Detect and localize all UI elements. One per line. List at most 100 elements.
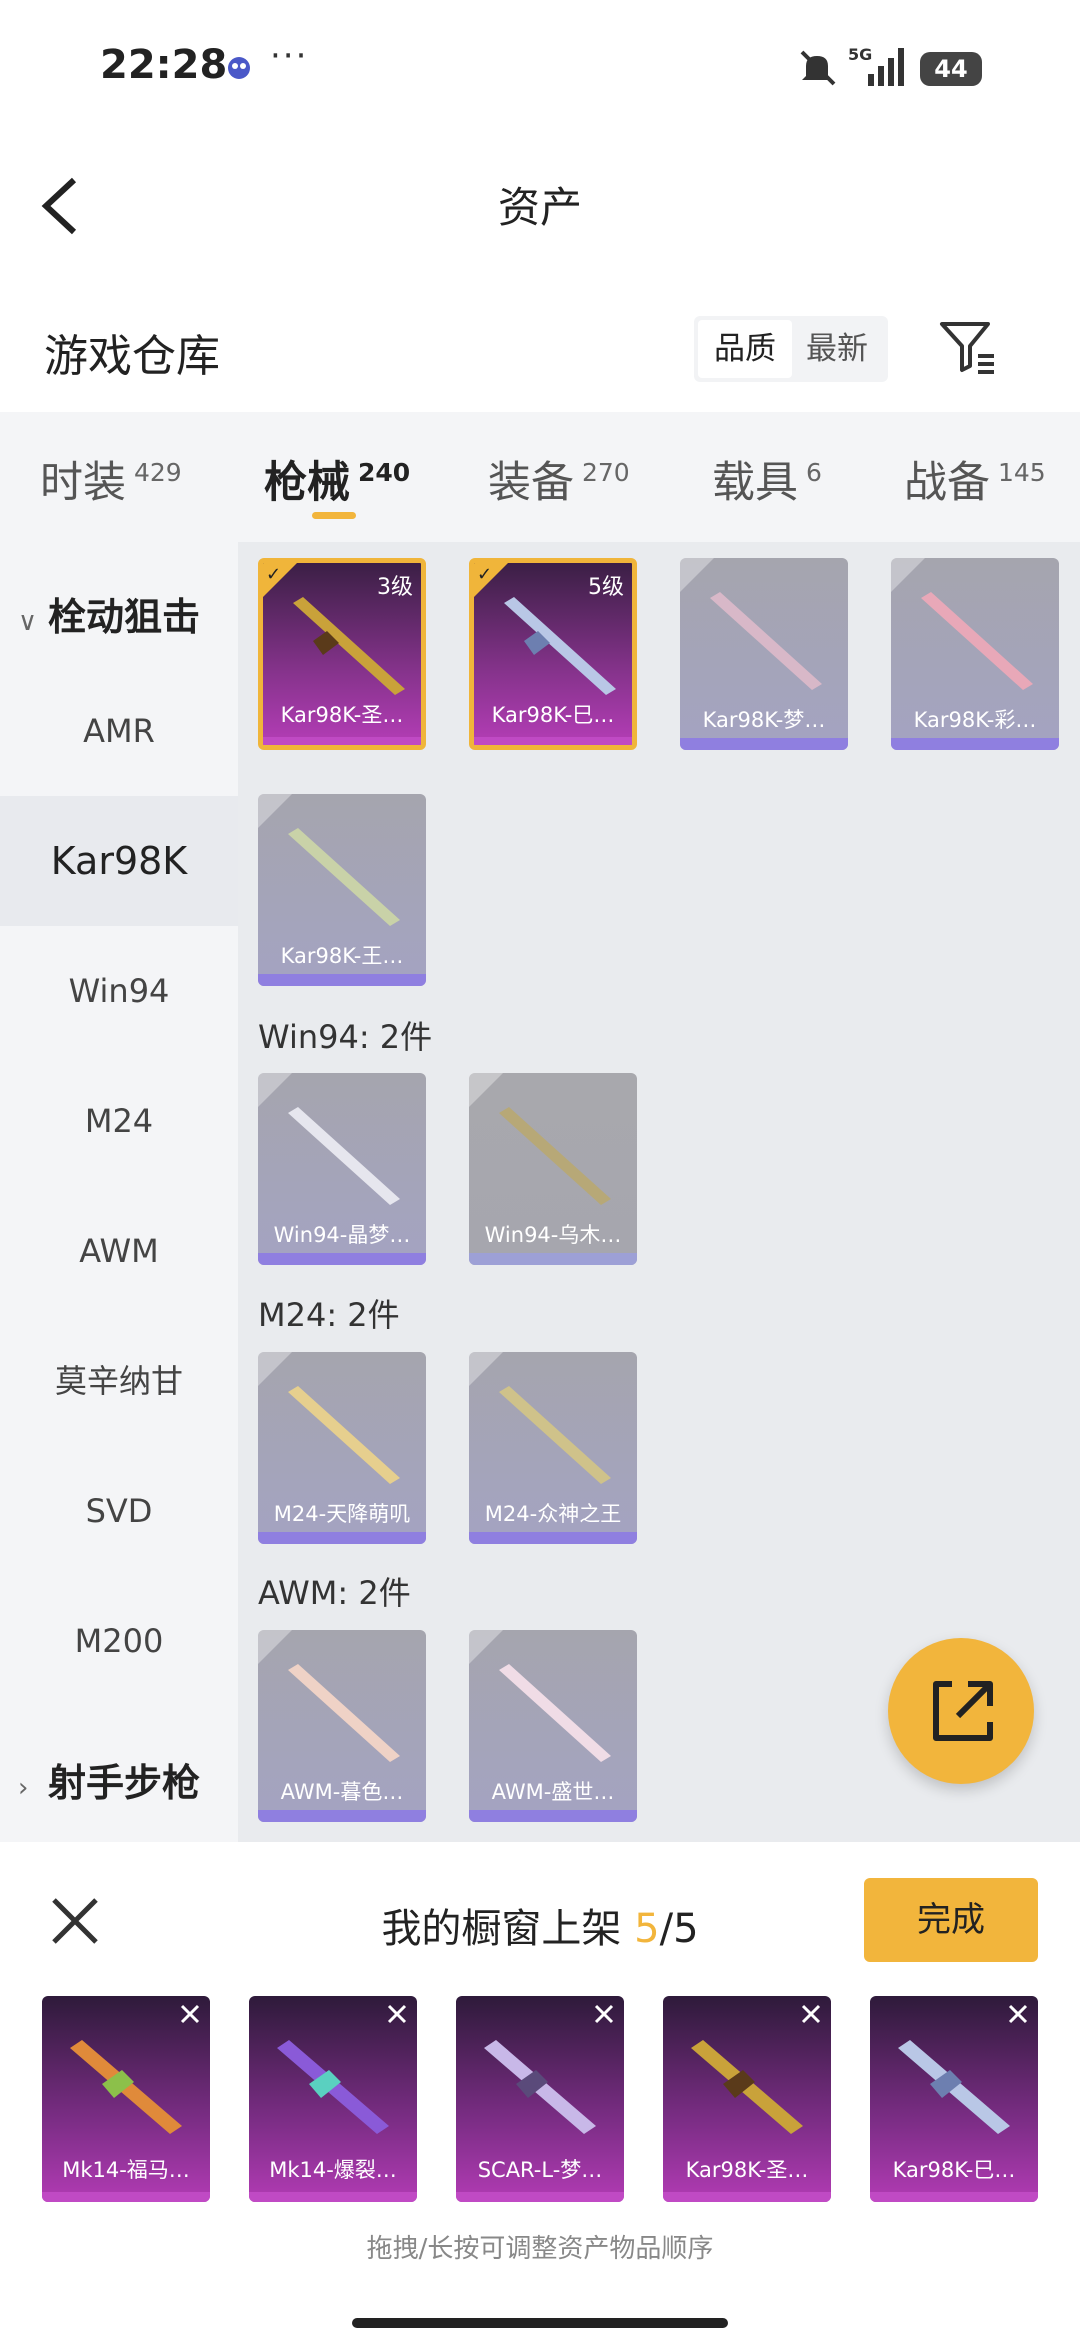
tab-count: 429 (134, 458, 182, 487)
rifle-icon (691, 2040, 803, 2134)
rifle-icon (288, 828, 400, 926)
rarity-bar (663, 2192, 831, 2202)
weapon-card[interactable]: Kar98K-彩… (891, 558, 1059, 750)
sidebar-item-kar98k[interactable]: Kar98K (0, 796, 238, 926)
shelf-item[interactable]: SCAR-L-梦… (456, 1996, 624, 2202)
rarity-bar (249, 2192, 417, 2202)
group-label-m24: M24: 2件 (258, 1296, 400, 1334)
rarity-bar (870, 2192, 1038, 2202)
weapon-card[interactable]: Win94-乌木… (469, 1073, 637, 1265)
sidebar-group-label: 射手步枪 (48, 1761, 201, 1805)
check-icon: ✓ (266, 564, 282, 585)
card-label: M24-天降萌叽 (273, 1502, 411, 1526)
share-icon (933, 1681, 993, 1741)
sidebar-item-amr[interactable]: AMR (0, 666, 238, 796)
active-tab-indicator (312, 512, 356, 519)
weapon-card[interactable]: Kar98K-梦… (680, 558, 848, 750)
panel-title-text: 我的橱窗上架 (381, 1906, 635, 1952)
rarity-bar (42, 2192, 210, 2202)
weapon-card[interactable]: Win94-晶梦… (258, 1073, 426, 1265)
tab-label: 装备 (488, 458, 574, 508)
sort-toggle: 品质 最新 (694, 316, 888, 382)
weapon-card[interactable]: AWM-盛世… (469, 1630, 637, 1822)
done-button[interactable]: 完成 (864, 1878, 1038, 1962)
tab-count: 240 (358, 458, 411, 487)
rifle-icon (710, 592, 822, 690)
battery-indicator: 44 (920, 52, 982, 86)
rarity-bar (456, 2192, 624, 2202)
rifle-icon (288, 1664, 400, 1762)
rarity-bar (474, 737, 632, 745)
status-time: 22:28 (100, 42, 228, 88)
rifle-icon (499, 1386, 611, 1484)
sidebar-group-marksman[interactable]: › 射手步枪 (18, 1752, 200, 1807)
filter-button[interactable] (936, 316, 998, 378)
sidebar-item-m200[interactable]: M200 (0, 1576, 238, 1706)
rarity-bar (469, 1810, 637, 1822)
sort-option-quality[interactable]: 品质 (698, 320, 792, 378)
shelf-item[interactable]: Mk14-爆裂… (249, 1996, 417, 2202)
tab-supplies[interactable]: 战备 145 (904, 448, 1046, 510)
shelf-item[interactable]: Kar98K-圣… (663, 1996, 831, 2202)
rarity-bar (891, 738, 1059, 750)
rarity-bar (680, 738, 848, 750)
tab-label: 战备 (904, 458, 990, 508)
rifle-icon (484, 2040, 596, 2134)
group-label-awm: AWM: 2件 (258, 1574, 411, 1612)
rifle-icon (499, 1664, 611, 1762)
weapon-card[interactable]: Kar98K-王… (258, 794, 426, 986)
sidebar-group-bolt-sniper[interactable]: ∨ 栓动狙击 (18, 586, 200, 641)
tab-firearms[interactable]: 枪械 240 (264, 448, 410, 510)
sort-option-latest[interactable]: 最新 (790, 320, 884, 378)
rarity-bar (263, 737, 421, 745)
shelf-item-label: Mk14-福马… (62, 2158, 190, 2182)
weapon-card[interactable]: ✓ 5级 Kar98K-巳… (469, 558, 637, 750)
card-label: Kar98K-王… (280, 944, 404, 968)
mute-bell-icon (800, 50, 836, 86)
tab-label: 枪械 (264, 458, 350, 508)
signal-label: 5G (848, 45, 872, 64)
tab-fashion[interactable]: 时装 429 (40, 448, 182, 510)
tab-count: 270 (582, 458, 630, 487)
card-label: AWM-暮色… (280, 1780, 404, 1804)
rarity-bar (469, 1532, 637, 1544)
sidebar-item-mosin[interactable]: 莫辛纳甘 (0, 1316, 238, 1446)
rifle-icon (70, 2040, 182, 2134)
weapon-card[interactable]: M24-众神之王 (469, 1352, 637, 1544)
tab-vehicles[interactable]: 载具 6 (712, 448, 822, 510)
check-icon: ✓ (477, 564, 493, 585)
card-label: Kar98K-圣… (280, 703, 404, 727)
weapon-sidebar: ∨ 栓动狙击 AMR Kar98K Win94 M24 AWM 莫辛纳甘 SVD … (0, 542, 238, 1842)
rifle-icon (921, 592, 1033, 690)
sidebar-item-awm[interactable]: AWM (0, 1186, 238, 1316)
shelf-item-label: SCAR-L-梦… (477, 2158, 603, 2182)
card-label: Kar98K-巳… (491, 703, 615, 727)
rifle-icon (277, 2040, 389, 2134)
tab-label: 时装 (40, 458, 126, 508)
shelf-item[interactable]: Kar98K-巳… (870, 1996, 1038, 2202)
tab-equipment[interactable]: 装备 270 (488, 448, 630, 510)
shelf-item-label: Kar98K-巳… (892, 2158, 1016, 2182)
weapon-card[interactable]: M24-天降萌叽 (258, 1352, 426, 1544)
sidebar-item-win94[interactable]: Win94 (0, 926, 238, 1056)
rifle-icon (288, 1386, 400, 1484)
share-button[interactable] (888, 1638, 1034, 1784)
status-more-icon: ··· (270, 36, 309, 76)
chevron-down-icon: ∨ (18, 607, 38, 637)
rifle-icon (288, 1107, 400, 1205)
card-label: Win94-乌木… (484, 1223, 622, 1247)
app-notification-icon (228, 57, 250, 79)
tab-count: 6 (806, 458, 822, 487)
card-label: Win94-晶梦… (273, 1223, 411, 1247)
shelf-item[interactable]: Mk14-福马… (42, 1996, 210, 2202)
shelf-count-separator: / (659, 1906, 674, 1952)
weapon-card[interactable]: AWM-暮色… (258, 1630, 426, 1822)
shelf-item-label: Mk14-爆裂… (269, 2158, 397, 2182)
group-label-win94: Win94: 2件 (258, 1018, 433, 1056)
rarity-bar (258, 974, 426, 986)
sidebar-item-svd[interactable]: SVD (0, 1446, 238, 1576)
home-indicator[interactable] (352, 2318, 728, 2328)
sidebar-item-m24[interactable]: M24 (0, 1056, 238, 1186)
weapon-card[interactable]: ✓ 3级 Kar98K-圣… (258, 558, 426, 750)
sidebar-group-label: 栓动狙击 (48, 595, 201, 639)
